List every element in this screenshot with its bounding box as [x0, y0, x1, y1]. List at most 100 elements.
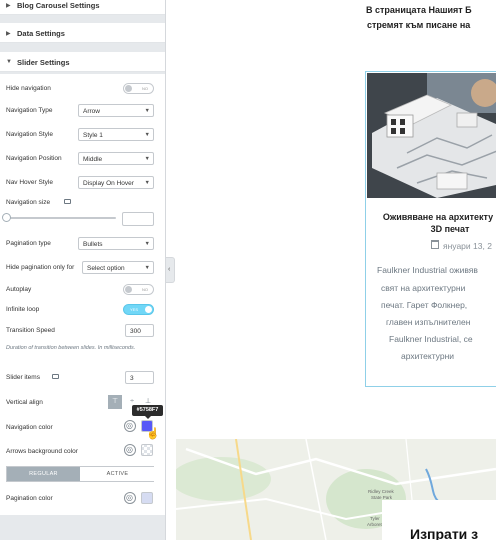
chevron-down-icon: ▼: [144, 265, 150, 271]
hide-navigation-toggle[interactable]: NO: [123, 83, 154, 94]
toggle-text: YES: [130, 307, 139, 312]
navigation-size-slider-track[interactable]: [6, 217, 116, 219]
field-label: Transition Speed: [6, 327, 55, 334]
caret-right-icon: ▶: [6, 31, 11, 37]
intro-text-line: стремят към писане на: [367, 20, 471, 30]
select-value: Style 1: [83, 132, 103, 139]
autoplay-row: Autoplay NO: [6, 283, 156, 296]
navigation-style-select[interactable]: Style 1 ▼: [78, 128, 154, 141]
global-colors-icon[interactable]: ◎: [124, 444, 136, 456]
select-value: Select option: [87, 265, 125, 272]
caret-down-icon: ▼: [6, 59, 12, 65]
field-label: Nav Hover Style: [6, 179, 53, 186]
field-label: Slider items: [6, 374, 40, 381]
card-date: януари 13, 2: [443, 241, 492, 251]
section-title: Blog Carousel Settings: [17, 1, 100, 10]
field-label: Pagination color: [6, 495, 53, 502]
transition-speed-input[interactable]: 300: [125, 324, 154, 337]
tab-regular[interactable]: REGULAR: [7, 467, 80, 481]
input-value: 3: [130, 375, 134, 382]
section-blog-carousel-settings[interactable]: ▶ Blog Carousel Settings: [0, 0, 165, 15]
hide-pagination-row: Hide pagination only for Select option ▼: [6, 261, 156, 274]
section-slider-settings[interactable]: ▼ Slider Settings: [0, 52, 165, 72]
tab-active[interactable]: ACTIVE: [81, 467, 154, 481]
pagination-type-select[interactable]: Bullets ▼: [78, 237, 154, 250]
nav-hover-style-select[interactable]: Display On Hover ▼: [78, 176, 154, 189]
section-data-settings[interactable]: ▶ Data Settings: [0, 23, 165, 43]
card-excerpt-line: Faulkner Industrial оживяв: [377, 265, 478, 275]
field-label: Autoplay: [6, 286, 32, 293]
toggle-text: NO: [142, 287, 148, 292]
slider-items-row: Slider items 3: [6, 371, 156, 384]
card-title-line[interactable]: 3D печат: [400, 224, 496, 234]
chevron-down-icon: ▼: [144, 108, 150, 114]
hide-pagination-select[interactable]: Select option ▼: [82, 261, 154, 274]
chevron-left-icon: ‹: [168, 266, 171, 273]
field-label: Hide navigation: [6, 85, 51, 92]
infinite-loop-row: Infinite loop YES: [6, 303, 156, 316]
map-label: Tyler: [370, 516, 380, 521]
toggle-text: NO: [142, 86, 148, 91]
infinite-loop-toggle[interactable]: YES: [123, 304, 154, 315]
collapse-panel-handle[interactable]: ‹: [166, 257, 175, 283]
transition-speed-row: Transition Speed 300: [6, 324, 156, 337]
map-label: Ridley Creek: [368, 489, 394, 494]
hide-navigation-row: Hide navigation NO: [6, 82, 156, 95]
blog-post-card[interactable]: Оживяване на архитекту 3D печат януари 1…: [365, 71, 496, 387]
field-label: Navigation size: [6, 199, 51, 206]
select-value: Middle: [83, 156, 103, 163]
section-title: Data Settings: [17, 29, 65, 38]
card-excerpt-line: архитектурни: [401, 351, 455, 361]
select-value: Arrow: [83, 108, 100, 115]
chevron-down-icon: ▼: [144, 156, 150, 162]
select-value: Bullets: [83, 241, 103, 248]
desktop-icon: [64, 199, 71, 204]
card-excerpt-line: Faulkner Industrial, се: [389, 334, 473, 344]
nav-hover-style-row: Nav Hover Style Display On Hover ▼: [6, 176, 156, 189]
field-label: Hide pagination only for: [6, 264, 75, 271]
global-colors-icon[interactable]: ◎: [124, 492, 136, 504]
chevron-down-icon: ▼: [144, 180, 150, 186]
field-label: Navigation Style: [6, 131, 53, 138]
navigation-position-row: Navigation Position Middle ▼: [6, 152, 156, 165]
section-title: Slider Settings: [17, 58, 70, 67]
card-excerpt-line: свят на архитектурни: [381, 283, 466, 293]
arrows-background-color-swatch[interactable]: [141, 444, 153, 456]
hand-cursor-icon: ☝: [146, 428, 160, 440]
autoplay-toggle[interactable]: NO: [123, 284, 154, 295]
card-image[interactable]: [367, 73, 496, 198]
chevron-down-icon: ▼: [144, 132, 150, 138]
navigation-size-label-row: Navigation size: [6, 196, 156, 209]
card-excerpt-line: главен изпълнителен: [386, 317, 471, 327]
desktop-icon: [52, 374, 59, 379]
navigation-size-input[interactable]: [122, 212, 154, 226]
input-value: 300: [130, 328, 141, 335]
navigation-size-slider-handle[interactable]: [2, 213, 11, 222]
toggle-knob: [125, 85, 132, 92]
color-tooltip: #5758F7: [132, 405, 163, 419]
navigation-style-row: Navigation Style Style 1 ▼: [6, 128, 156, 141]
field-label: Navigation Type: [6, 107, 53, 114]
navigation-type-select[interactable]: Arrow ▼: [78, 104, 154, 117]
pagination-type-row: Pagination type Bullets ▼: [6, 237, 156, 250]
select-value: Display On Hover: [83, 180, 134, 187]
caret-right-icon: ▶: [6, 3, 11, 9]
card-title-line[interactable]: Оживяване на архитекту: [370, 212, 496, 222]
contact-form-card: Изпрати з: [382, 500, 496, 540]
field-label: Pagination type: [6, 240, 51, 247]
navigation-position-select[interactable]: Middle ▼: [78, 152, 154, 165]
field-label: Vertical align: [6, 399, 43, 406]
toggle-knob: [125, 286, 132, 293]
pagination-color-swatch[interactable]: [141, 492, 153, 504]
architecture-model-image: [367, 73, 496, 198]
color-state-tabs: REGULAR ACTIVE: [6, 466, 154, 482]
page-preview: В страницата Нашият Б стремят към писане…: [176, 0, 496, 540]
global-colors-icon[interactable]: ◎: [124, 420, 136, 432]
card-excerpt-line: печат. Гарет Фолкнер,: [381, 300, 468, 310]
transition-speed-note: Duration of transition between slides. I…: [6, 345, 136, 351]
field-label: Navigation color: [6, 424, 53, 431]
align-top-icon[interactable]: ⊤: [108, 395, 122, 409]
toggle-knob: [145, 306, 152, 313]
slider-items-input[interactable]: 3: [125, 371, 154, 384]
editor-panel: ▶ Blog Carousel Settings ▶ Data Settings…: [0, 0, 166, 540]
